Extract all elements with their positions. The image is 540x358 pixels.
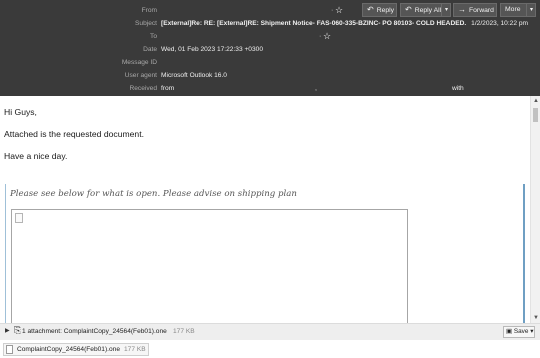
attachment-bar: ▶ ⎘ 1 attachment: ComplaintCopy_24564(Fe… [0, 323, 540, 340]
star-icon[interactable]: ☆ [323, 30, 331, 43]
message-header: From · ☆ ↶ Reply ↶ Reply All ▾ → Forward Mo… [0, 0, 540, 96]
more-label: More [505, 6, 521, 13]
collapse-toggle-icon[interactable]: ▶ [5, 327, 10, 334]
file-icon [6, 345, 13, 354]
scroll-down-icon[interactable]: ▼ [532, 315, 540, 321]
to-address-dot[interactable]: · [319, 30, 321, 43]
date-row: Date Wed, 01 Feb 2023 17:22:33 +0300 [0, 43, 540, 56]
quoted-text: Please see below for what is open. Pleas… [10, 189, 297, 199]
save-dropdown-icon[interactable]: ▾ [530, 328, 533, 335]
scroll-thumb[interactable] [533, 108, 538, 122]
subject-value: [External]Re: RE: [External]RE: Shipment… [161, 20, 467, 27]
more-dropdown-icon: ▾ [526, 4, 536, 16]
user-agent-value: Microsoft Outlook 16.0 [161, 72, 227, 79]
received-dot: , [315, 85, 317, 92]
date-label: Date [143, 46, 157, 53]
sent-date: 1/2/2023, 10:22 pm [471, 20, 528, 27]
greeting-text: Hi Guys, [4, 107, 37, 117]
to-row: To · ☆ [0, 30, 540, 43]
message-body[interactable]: Hi Guys, Attached is the requested docum… [0, 96, 530, 323]
paperclip-icon: ⎘ [14, 325, 22, 335]
body-line-2: Have a nice day. [4, 151, 68, 161]
message-id-row: Message ID [0, 56, 540, 69]
forward-label: Forward [469, 7, 494, 14]
subject-label: Subject [135, 20, 157, 27]
vertical-scrollbar[interactable]: ▲ ▼ [530, 96, 540, 323]
user-agent-row: User agent Microsoft Outlook 16.0 [0, 69, 540, 82]
scroll-up-icon[interactable]: ▲ [532, 98, 540, 104]
forward-button[interactable]: → Forward [453, 3, 497, 17]
attachment-name: ComplaintCopy_24564(Feb01).one [17, 346, 121, 353]
forward-icon: → [458, 5, 466, 14]
quoted-message: Please see below for what is open. Pleas… [5, 184, 525, 323]
from-label: From [141, 7, 157, 14]
body-line-1: Attached is the requested document. [4, 129, 144, 139]
more-button[interactable]: More ▾ [500, 3, 536, 17]
attachment-list: ComplaintCopy_24564(Feb01).one 177 KB [0, 340, 540, 358]
reply-all-icon: ↶ [405, 5, 412, 14]
subject-row: Subject [External]Re: RE: [External]RE: … [0, 17, 540, 30]
reply-all-label: Reply All [414, 7, 442, 14]
from-address-dot[interactable]: · [331, 4, 333, 17]
save-icon: ▣ [506, 328, 513, 335]
reply-button[interactable]: ↶ Reply [362, 3, 397, 17]
attachment-item[interactable]: ComplaintCopy_24564(Feb01).one 177 KB [3, 343, 149, 356]
reply-all-dropdown-icon[interactable]: ▾ [441, 4, 451, 16]
attachment-summary[interactable]: 1 attachment: ComplaintCopy_24564(Feb01)… [22, 328, 167, 335]
attachment-summary-size: 177 KB [173, 328, 195, 335]
save-label: Save [513, 328, 529, 335]
save-button[interactable]: ▣ Save ▾ [503, 326, 535, 338]
reply-label: Reply [376, 7, 395, 14]
attachment-size: 177 KB [124, 346, 146, 353]
to-label: To [150, 33, 157, 40]
received-label: Received [129, 85, 158, 92]
embedded-image-frame [11, 209, 408, 323]
star-icon[interactable]: ☆ [335, 4, 343, 17]
broken-image-icon [15, 213, 23, 223]
message-id-label: Message ID [121, 59, 157, 66]
user-agent-label: User agent [124, 72, 157, 79]
reply-all-button[interactable]: ↶ Reply All ▾ [400, 3, 451, 17]
received-row: Received from , with [0, 82, 540, 95]
date-value: Wed, 01 Feb 2023 17:22:33 +0300 [161, 46, 263, 53]
received-with: with [452, 85, 464, 92]
reply-icon: ↶ [367, 5, 374, 14]
received-from: from [161, 85, 175, 92]
